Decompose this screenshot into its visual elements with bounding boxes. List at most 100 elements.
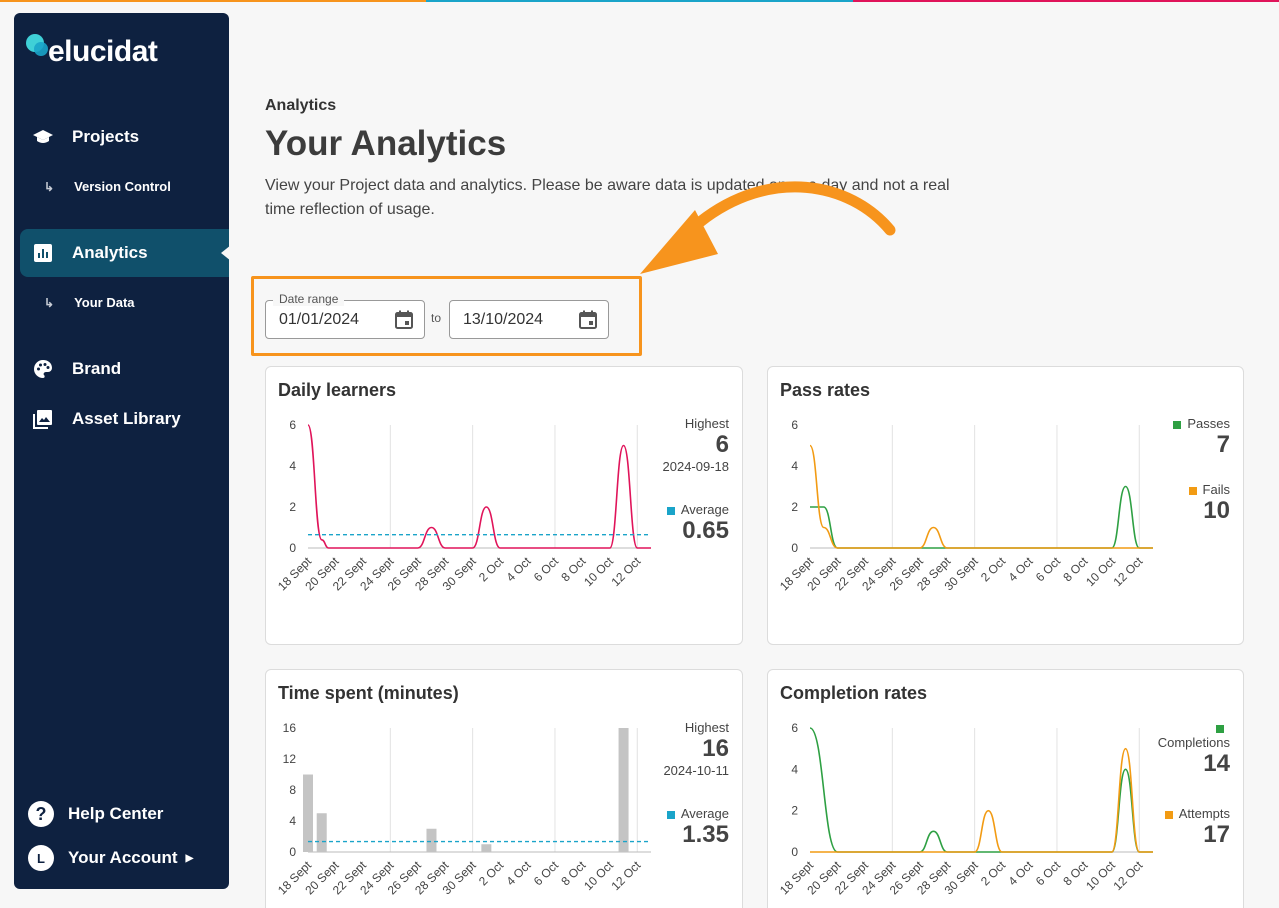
average-legend-swatch [666, 506, 675, 515]
x-tick-label: 4 Oct [503, 858, 534, 889]
sidebar-item-analytics[interactable]: Analytics [20, 229, 231, 277]
logo-text: elucidat [48, 35, 158, 68]
page-title: Your Analytics [265, 124, 507, 163]
series-line [810, 747, 1154, 853]
completions-value: 14 [1203, 750, 1230, 777]
attempts-value: 17 [1203, 821, 1230, 848]
pass-rates-card: Pass rates 0 2 4 6 18 Sept 20 Sept 22 Sept 24 S… [767, 366, 1244, 645]
x-tick-label: 2 Oct [476, 554, 507, 585]
pass-rates-chart: 024618 Sept20 Sept22 Sept24 Sept26 Sept2… [777, 418, 1153, 593]
annotation-arrow-icon [640, 181, 896, 274]
completions-label: Completions [1157, 735, 1230, 750]
help-icon: ? [28, 801, 54, 827]
sidebar-item-help-center[interactable]: ? Help Center [28, 801, 163, 827]
sidebar-subitem-label: Version Control [74, 179, 171, 194]
sidebar-subitem-version-control[interactable]: ↳ Version Control [44, 179, 171, 194]
calendar-icon[interactable] [394, 310, 414, 330]
x-tick-label: 12 Oct [608, 554, 643, 589]
average-stat: Average 1.35 [666, 806, 729, 849]
attempts-stat: Attempts 17 [1164, 806, 1230, 849]
y-tick-label: 2 [289, 500, 296, 514]
y-tick-label: 0 [289, 541, 296, 555]
sidebar-item-your-account[interactable]: L Your Account ▶ [28, 845, 193, 871]
image-icon [32, 408, 54, 430]
bar [481, 844, 492, 852]
y-tick-label: 12 [283, 752, 297, 766]
attempts-legend-swatch [1164, 810, 1173, 819]
fails-legend-swatch [1188, 486, 1197, 495]
highest-label: Highest [684, 720, 729, 735]
bar-chart-icon [32, 242, 54, 264]
x-tick-label: 6 Oct [1033, 554, 1064, 585]
sidebar-subitem-label: Your Data [74, 295, 135, 310]
highest-label: Highest [684, 416, 729, 431]
x-tick-label: 10 Oct [1083, 858, 1118, 893]
passes-stat: Passes 7 [1173, 416, 1230, 459]
highest-value: 6 [715, 431, 729, 458]
passes-value: 7 [1216, 431, 1230, 458]
logo-mark-icon [26, 34, 52, 60]
x-tick-label: 4 Oct [1005, 554, 1036, 585]
series-line [809, 444, 1153, 549]
completion-rates-card: Completion rates 0 2 4 6 18 Sept 20 Sept 22 Se… [767, 669, 1244, 908]
date-range-to: to [431, 311, 442, 325]
palette-icon [32, 358, 54, 380]
completion-rates-chart: 024618 Sept20 Sept22 Sept24 Sept26 Sept2… [777, 721, 1154, 897]
fails-stat: Fails 10 [1188, 482, 1230, 525]
completions-legend-swatch [1216, 724, 1224, 733]
passes-legend-swatch [1173, 420, 1182, 429]
end-date-field[interactable]: 13/10/2024 [449, 300, 609, 339]
graduation-cap-icon [32, 126, 54, 148]
y-tick-label: 8 [289, 783, 296, 797]
y-tick-label: 0 [289, 845, 296, 859]
sub-arrow-icon: ↳ [44, 179, 55, 194]
sidebar-item-brand[interactable]: Brand [14, 345, 229, 393]
y-tick-label: 4 [289, 814, 296, 828]
sidebar-item-asset-library[interactable]: Asset Library [14, 395, 229, 443]
x-tick-label: 12 Oct [1110, 554, 1145, 589]
calendar-icon[interactable] [578, 310, 598, 330]
x-tick-label: 2 Oct [476, 858, 507, 889]
average-legend-swatch [666, 810, 675, 819]
daily-learners-chart: 024618 Sept20 Sept22 Sept24 Sept26 Sept2… [275, 418, 651, 593]
start-date-value: 01/01/2024 [279, 310, 360, 328]
x-tick-label: 6 Oct [531, 554, 562, 585]
fails-label: Fails [1202, 482, 1230, 497]
attempts-label: Attempts [1178, 806, 1230, 821]
y-tick-label: 0 [791, 541, 798, 555]
sidebar-subitem-your-data[interactable]: ↳ Your Data [44, 295, 135, 310]
highest-stat: Highest 16 2024-10-11 [663, 720, 729, 778]
bar [303, 774, 313, 852]
sub-arrow-icon: ↳ [44, 295, 55, 310]
y-tick-label: 4 [791, 459, 798, 473]
fails-value: 10 [1203, 497, 1230, 524]
sidebar-item-projects[interactable]: Projects [14, 113, 229, 161]
x-tick-label: 4 Oct [1005, 858, 1036, 889]
series-line [810, 485, 1153, 549]
average-value: 0.65 [682, 517, 729, 544]
y-tick-label: 4 [289, 459, 296, 473]
x-tick-label: 12 Oct [1110, 858, 1145, 893]
passes-label: Passes [1187, 416, 1230, 431]
y-tick-label: 0 [791, 845, 798, 859]
highest-stat: Highest 6 2024-09-18 [663, 416, 730, 474]
bar [316, 813, 327, 852]
y-tick-label: 2 [791, 804, 798, 818]
caret-right-icon: ▶ [185, 852, 194, 864]
sidebar-item-label: Analytics [72, 243, 148, 262]
logo[interactable]: elucidat [26, 25, 158, 69]
sidebar-item-label: Brand [72, 359, 122, 378]
x-tick-label: 12 Oct [608, 858, 643, 893]
sidebar: elucidat Projects ↳ Version Control Anal… [14, 13, 231, 889]
completions-stat: Completions 14 [1158, 720, 1230, 778]
y-tick-label: 6 [289, 418, 296, 432]
avatar: L [28, 845, 54, 871]
y-tick-label: 6 [791, 418, 798, 432]
time-spent-chart: 048121618 Sept20 Sept22 Sept24 Sept26 Se… [275, 721, 651, 897]
bar [426, 828, 437, 852]
series-line [307, 424, 651, 549]
x-tick-label: 4 Oct [503, 554, 534, 585]
average-stat: Average 0.65 [666, 502, 729, 545]
breadcrumb: Analytics [265, 97, 337, 114]
daily-learners-card: Daily learners 0 2 4 6 18 Sept 20 Sept 22 Sept… [265, 366, 743, 645]
